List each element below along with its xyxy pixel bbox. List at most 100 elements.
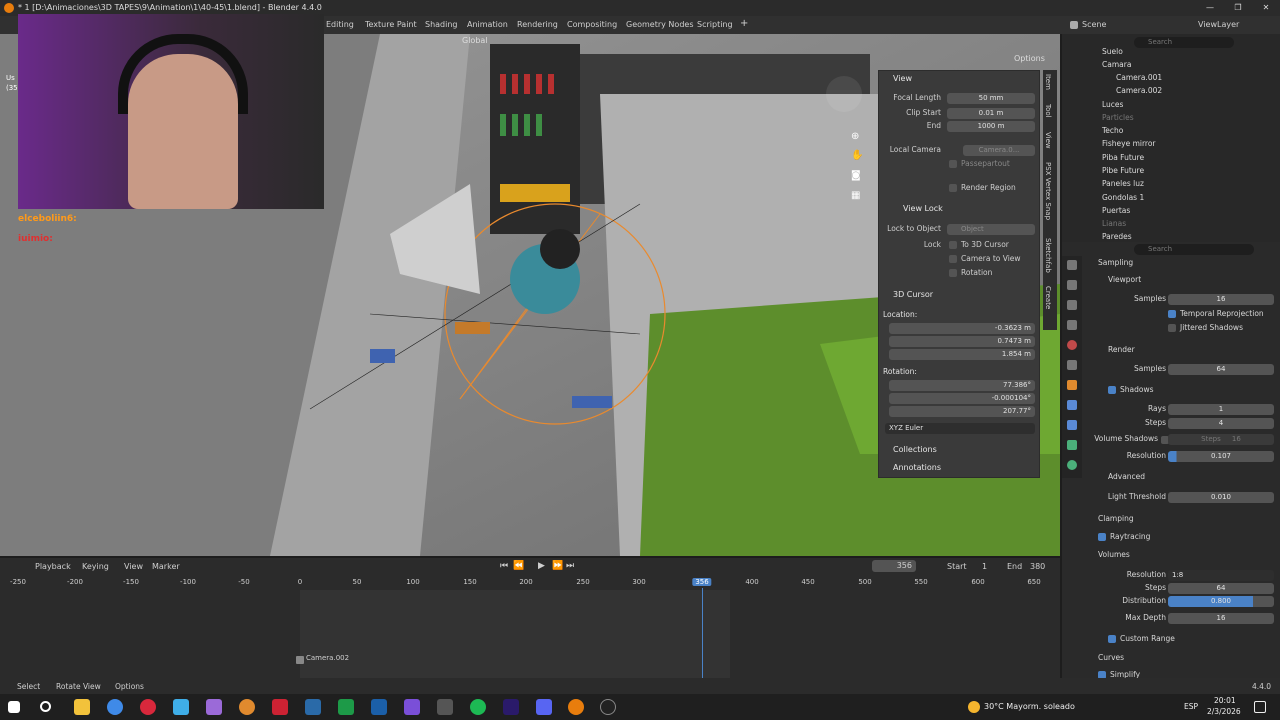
camera-view-icon[interactable]: ◙ bbox=[851, 170, 861, 181]
object-tab-icon[interactable] bbox=[1067, 380, 1077, 390]
outliner-item[interactable]: Camera.001 bbox=[1062, 73, 1280, 86]
chrome-icon[interactable] bbox=[107, 699, 123, 715]
jump-start-button[interactable]: ⏮ bbox=[500, 561, 508, 571]
output-tab-icon[interactable] bbox=[1067, 280, 1077, 290]
render-samples-field[interactable]: 64 bbox=[1168, 364, 1274, 375]
viewport-options-button[interactable]: Options bbox=[1014, 54, 1045, 70]
playhead-frame-label[interactable]: 356 bbox=[692, 578, 712, 586]
max-depth-field[interactable]: 16 bbox=[1168, 613, 1274, 624]
pycharm-icon[interactable] bbox=[338, 699, 354, 715]
app-icon[interactable] bbox=[239, 699, 255, 715]
tab-tool[interactable]: Tool bbox=[1044, 104, 1052, 118]
weather-text[interactable]: 30°C Mayorm. soleado bbox=[984, 702, 1075, 711]
rot-z-field[interactable]: 207.77° bbox=[889, 406, 1035, 417]
loc-x-field[interactable]: -0.3623 m bbox=[889, 323, 1035, 334]
outliner-item[interactable]: Techo bbox=[1062, 126, 1280, 139]
steps-field[interactable]: 4 bbox=[1168, 418, 1274, 429]
volumes-header[interactable]: Volumes bbox=[1098, 550, 1280, 564]
tab-create[interactable]: Create bbox=[1044, 286, 1052, 309]
app-icon[interactable] bbox=[404, 699, 420, 715]
clip-start-field[interactable]: 0.01 m bbox=[947, 108, 1035, 119]
volume-steps-field[interactable]: 64 bbox=[1168, 583, 1274, 594]
scene-selector[interactable]: Scene bbox=[1082, 20, 1106, 29]
custom-range-checkbox[interactable] bbox=[1108, 635, 1116, 643]
spotify-icon[interactable] bbox=[470, 699, 486, 715]
language-indicator[interactable]: ESP bbox=[1184, 702, 1198, 711]
local-camera-field[interactable]: Camera.0... bbox=[963, 145, 1035, 156]
outliner-item[interactable]: Puertas bbox=[1062, 206, 1280, 219]
clock-date[interactable]: 2/3/2026 bbox=[1207, 707, 1241, 716]
view-section-header[interactable]: View bbox=[893, 74, 912, 83]
passepartout-checkbox[interactable] bbox=[949, 160, 957, 168]
scene-tab-icon[interactable] bbox=[1067, 320, 1077, 330]
discord-icon[interactable] bbox=[536, 699, 552, 715]
distribution-field[interactable]: 0.800 bbox=[1168, 596, 1274, 607]
tab-compositing[interactable]: Compositing bbox=[567, 20, 617, 29]
tab-geometry-nodes[interactable]: Geometry Nodes bbox=[626, 20, 693, 29]
outliner-item[interactable]: Fisheye mirror bbox=[1062, 139, 1280, 152]
tab-shading[interactable]: Shading bbox=[425, 20, 458, 29]
navigation-gizmo[interactable] bbox=[826, 76, 862, 112]
video-app-icon[interactable] bbox=[272, 699, 288, 715]
tab-view[interactable]: View bbox=[1044, 132, 1052, 149]
timeline-menu-marker[interactable]: Marker bbox=[152, 562, 180, 571]
windows-start-icon[interactable] bbox=[8, 701, 20, 713]
render-tab-icon[interactable] bbox=[1067, 260, 1077, 270]
tab-sketchfab[interactable]: Sketchfab bbox=[1044, 238, 1052, 273]
view-layer-tab-icon[interactable] bbox=[1067, 300, 1077, 310]
outliner-item[interactable]: Paneles luz bbox=[1062, 179, 1280, 192]
maximize-button[interactable]: ❐ bbox=[1224, 0, 1252, 16]
outliner-item[interactable]: Particles bbox=[1062, 113, 1280, 126]
tab-item[interactable]: Item bbox=[1044, 74, 1052, 90]
tab-animation[interactable]: Animation bbox=[467, 20, 508, 29]
app-icon[interactable] bbox=[437, 699, 453, 715]
temporal-checkbox[interactable] bbox=[1168, 310, 1176, 318]
timeline-menu-view[interactable]: View bbox=[124, 562, 143, 571]
rot-y-field[interactable]: -0.000104° bbox=[889, 393, 1035, 404]
curves-header[interactable]: Curves bbox=[1098, 653, 1280, 667]
timeline-menu-keying[interactable]: Keying bbox=[82, 562, 109, 571]
camera-marker[interactable]: Camera.002 bbox=[306, 654, 349, 662]
outliner-item[interactable]: Suelo bbox=[1062, 47, 1280, 60]
light-threshold-field[interactable]: 0.010 bbox=[1168, 492, 1274, 503]
clip-end-field[interactable]: 1000 m bbox=[947, 121, 1035, 132]
prev-keyframe-button[interactable]: ⏪ bbox=[513, 561, 524, 571]
rot-x-field[interactable]: 77.386° bbox=[889, 380, 1035, 391]
rays-field[interactable]: 1 bbox=[1168, 404, 1274, 415]
current-frame-field[interactable]: 356 bbox=[872, 560, 916, 572]
texture-tab-icon[interactable] bbox=[1067, 460, 1077, 470]
clamping-header[interactable]: Clamping bbox=[1098, 514, 1280, 528]
grid-view-icon[interactable]: ▦ bbox=[851, 190, 860, 201]
loc-z-field[interactable]: 1.854 m bbox=[889, 349, 1035, 360]
focal-length-field[interactable]: 50 mm bbox=[947, 93, 1035, 104]
world-tab-icon[interactable] bbox=[1067, 340, 1077, 350]
add-workspace-button[interactable]: + bbox=[740, 18, 748, 29]
annotations-header[interactable]: Annotations bbox=[893, 463, 941, 472]
outliner-item[interactable]: Lianas bbox=[1062, 219, 1280, 232]
zoom-icon[interactable]: ⊕ bbox=[851, 131, 859, 142]
loc-y-field[interactable]: 0.7473 m bbox=[889, 336, 1035, 347]
opera-icon[interactable] bbox=[140, 699, 156, 715]
jittered-checkbox[interactable] bbox=[1168, 324, 1176, 332]
app-icon[interactable] bbox=[371, 699, 387, 715]
properties-search[interactable]: Search bbox=[1134, 244, 1254, 255]
notification-icon[interactable] bbox=[1254, 701, 1266, 713]
raytracing-checkbox[interactable] bbox=[1098, 533, 1106, 541]
tab-editing[interactable]: Editing bbox=[326, 20, 354, 29]
timeline-menu-playback[interactable]: Playback bbox=[35, 562, 71, 571]
close-button[interactable]: ✕ bbox=[1252, 0, 1280, 16]
advanced-subheader[interactable]: Advanced bbox=[1108, 472, 1280, 486]
end-field[interactable]: 380 bbox=[1030, 562, 1045, 571]
outliner-item[interactable]: Piba Future bbox=[1062, 153, 1280, 166]
transform-orientation-dropdown[interactable]: Global bbox=[462, 36, 488, 52]
app-icon[interactable] bbox=[206, 699, 222, 715]
tab-scripting[interactable]: Scripting bbox=[697, 20, 733, 29]
shadows-checkbox[interactable] bbox=[1108, 386, 1116, 394]
outliner-item[interactable]: Camara bbox=[1062, 60, 1280, 73]
lock-rotation-checkbox[interactable] bbox=[949, 269, 957, 277]
volume-shadows-steps[interactable]: Steps 16 bbox=[1168, 434, 1274, 445]
blender-taskbar-icon[interactable] bbox=[568, 699, 584, 715]
view-lock-header[interactable]: View Lock bbox=[903, 204, 943, 213]
start-field[interactable]: 1 bbox=[982, 562, 987, 571]
minimize-button[interactable]: — bbox=[1196, 0, 1224, 16]
